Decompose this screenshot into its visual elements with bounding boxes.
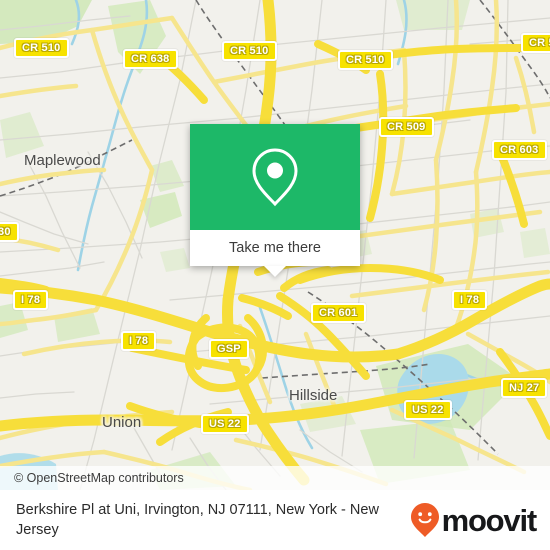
map-attribution-bar: © OpenStreetMap contributors [0, 466, 550, 490]
map-canvas[interactable]: .rd { fill:none; stroke:#F6E58D; stroke-… [0, 0, 550, 490]
place-label-maplewood: Maplewood [24, 152, 101, 169]
place-label-hillside: Hillside [289, 387, 338, 404]
road-shield: NJ 27 [501, 378, 548, 398]
place-label-union: Union [102, 414, 142, 431]
moovit-pin-smiley-icon [410, 503, 439, 537]
road-shield: CR 510 [14, 38, 69, 58]
footer-bar: Berkshire Pl at Uni, Irvington, NJ 07111… [0, 490, 550, 550]
openstreetmap-attribution[interactable]: © OpenStreetMap contributors [0, 471, 184, 485]
moovit-brand[interactable]: moovit [410, 502, 538, 538]
road-shield: US 22 [201, 414, 249, 434]
road-shield: CR 510 [338, 50, 393, 70]
take-me-there-label: Take me there [229, 240, 321, 256]
road-shield: CR 601 [311, 303, 366, 323]
popup-action-bar[interactable]: Take me there [190, 230, 360, 266]
location-title: Berkshire Pl at Uni, Irvington, NJ 07111… [16, 502, 379, 538]
road-shield: I 78 [452, 290, 488, 310]
map-screenshot: .rd { fill:none; stroke:#F6E58D; stroke-… [0, 0, 550, 550]
map-pin-icon [252, 148, 298, 207]
road-shield: CR 510 [222, 41, 277, 61]
moovit-wordmark: moovit [441, 502, 538, 538]
road-shield: 30 [0, 222, 19, 242]
road-shield: I 78 [13, 290, 49, 310]
location-popup[interactable]: Take me there [190, 124, 360, 277]
popup-pointer-tail [264, 266, 286, 277]
road-shield: CR 5 [521, 33, 550, 53]
road-shield: I 78 [121, 331, 157, 351]
road-shield: US 22 [404, 400, 452, 420]
road-shield: CR 509 [379, 117, 434, 137]
road-shield: CR 603 [492, 140, 547, 160]
road-shield: CR 638 [123, 49, 178, 69]
road-shield: GSP [209, 339, 249, 359]
popup-image-panel [190, 124, 360, 230]
